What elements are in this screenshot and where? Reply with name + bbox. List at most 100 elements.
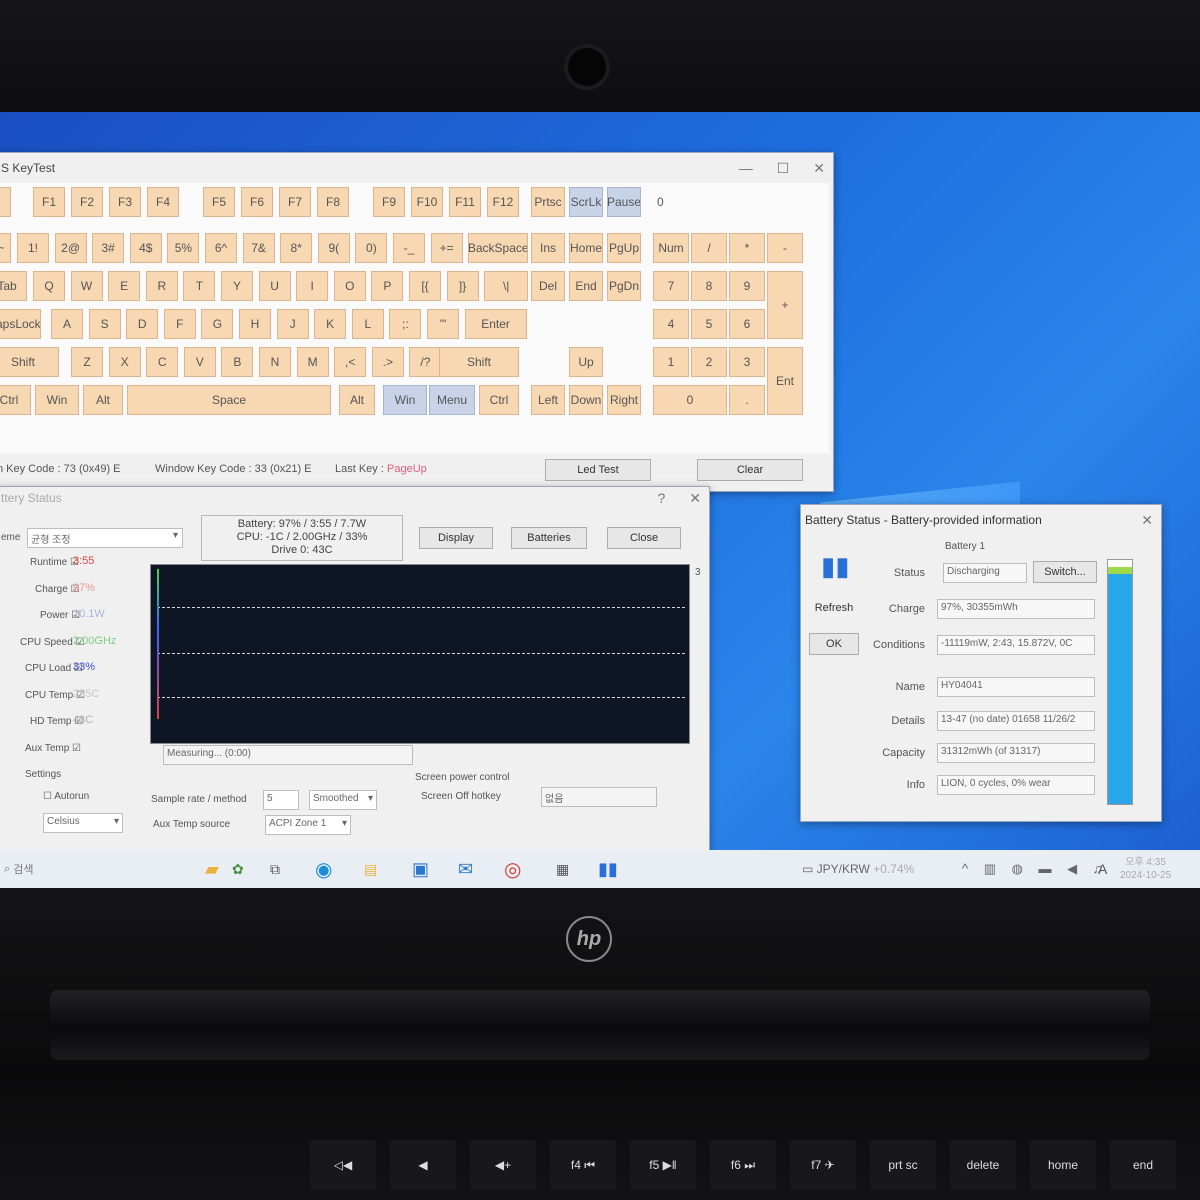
key-bottom-alt-4[interactable]: Alt (339, 385, 375, 415)
key-bottom-menu-6[interactable]: Menu (429, 385, 475, 415)
edge-icon[interactable]: ◉ (315, 850, 332, 888)
ok-button[interactable]: OK (809, 633, 859, 655)
key-f9[interactable]: F9 (373, 187, 405, 217)
clear-button[interactable]: Clear (697, 459, 803, 481)
batteries-button[interactable]: Batteries (511, 527, 587, 549)
key-q-2[interactable]: W (70, 271, 103, 301)
key-numpad-15[interactable]: 0 (653, 385, 727, 415)
notepad-icon[interactable]: ▦ (556, 850, 569, 888)
key-numpad-14[interactable]: Ent (767, 347, 803, 415)
key-f7[interactable]: F7 (279, 187, 311, 217)
key-pause[interactable]: Pause (607, 187, 641, 217)
key-a-2[interactable]: S (88, 309, 121, 339)
led-test-button[interactable]: Led Test (545, 459, 651, 481)
key-num-9[interactable]: 0) (355, 233, 388, 263)
key-numpad-1[interactable]: / (691, 233, 727, 263)
key-z-0[interactable]: Shift (0, 347, 59, 377)
key-up[interactable]: Up (569, 347, 603, 377)
key-num-0[interactable]: 1! (17, 233, 49, 263)
key-num-1[interactable]: 2@ (54, 233, 87, 263)
key-bottom-space-3[interactable]: Space (127, 385, 331, 415)
key-q-8[interactable]: I (296, 271, 329, 301)
mail-icon[interactable]: ✉ (458, 850, 473, 888)
sample-rate-stepper[interactable]: 5 (263, 790, 299, 810)
key-q-11[interactable]: [{ (409, 271, 441, 301)
key-num-7[interactable]: 8* (280, 233, 313, 263)
key-num-10[interactable]: -_ (393, 233, 425, 263)
key-q-13[interactable]: \| (484, 271, 529, 301)
key-z-9[interactable]: .> (371, 347, 404, 377)
minimize-icon[interactable]: — (739, 160, 753, 176)
key-f6[interactable]: F6 (241, 187, 273, 217)
key-numpad-8[interactable]: 4 (653, 309, 689, 339)
key-numpad-3[interactable]: - (767, 233, 803, 263)
key-q-7[interactable]: U (258, 271, 291, 301)
clock[interactable]: 오후 4:35 2024-10-25 (1120, 850, 1171, 888)
key-f4[interactable]: F4 (147, 187, 179, 217)
battery-app-icon[interactable]: ▮▮ (598, 850, 618, 888)
key-a-1[interactable]: A (51, 309, 83, 339)
key-f2[interactable]: F2 (71, 187, 103, 217)
key-scrlk[interactable]: ScrLk (569, 187, 603, 217)
key-a-3[interactable]: D (126, 309, 159, 339)
key-f5[interactable]: F5 (203, 187, 235, 217)
key-bottom-win-5[interactable]: Win (383, 385, 427, 415)
key-a-4[interactable]: F (163, 309, 196, 339)
key-numpad-5[interactable]: 8 (691, 271, 727, 301)
key-end[interactable]: End (569, 271, 603, 301)
key-bottom-ctrl-7[interactable]: Ctrl (479, 385, 519, 415)
metric-label[interactable]: Aux Temp ☑ (25, 743, 81, 754)
key-down[interactable]: Down (569, 385, 603, 415)
key-num-5[interactable]: 6^ (205, 233, 237, 263)
help-icon[interactable]: ? (657, 490, 665, 506)
refresh-button[interactable]: Refresh (809, 597, 859, 619)
autorun-checkbox[interactable]: ☐ Autorun (43, 791, 89, 802)
key-numpad-11[interactable]: 1 (653, 347, 689, 377)
key-num-12[interactable]: BackSpace (468, 233, 529, 263)
key-f12[interactable]: F12 (487, 187, 519, 217)
key-numpad-6[interactable]: 9 (729, 271, 765, 301)
widgets-icon[interactable]: ✿ (232, 850, 244, 888)
key-z-6[interactable]: N (259, 347, 291, 377)
key-left[interactable]: Left (531, 385, 565, 415)
key-q-4[interactable]: R (145, 271, 178, 301)
power-scheme-select[interactable]: 균형 조정 ▾ (27, 528, 183, 548)
store-icon[interactable]: ▣ (412, 850, 429, 888)
key-num-11[interactable]: += (430, 233, 463, 263)
key-prtsc[interactable]: Prtsc (531, 187, 565, 217)
key-a-12[interactable]: Enter (464, 309, 527, 339)
key-a-6[interactable]: H (239, 309, 271, 339)
key-a-10[interactable]: ;: (389, 309, 422, 339)
display-button[interactable]: Display (419, 527, 493, 549)
key-numpad-13[interactable]: 3 (729, 347, 765, 377)
key-z-4[interactable]: V (183, 347, 216, 377)
key-f8[interactable]: F8 (317, 187, 349, 217)
key-z-2[interactable]: X (108, 347, 141, 377)
switch-button[interactable]: Switch... (1033, 561, 1097, 583)
close-icon[interactable]: ✕ (1141, 512, 1153, 529)
key-q-6[interactable]: Y (221, 271, 253, 301)
key-numpad-7[interactable]: + (767, 271, 803, 339)
method-select[interactable]: Smoothed ▾ (309, 790, 377, 810)
key-del[interactable]: Del (531, 271, 565, 301)
task-view-icon[interactable]: ⧉ (270, 850, 280, 888)
ime-indicator[interactable]: A (1098, 850, 1107, 888)
key-pgup[interactable]: PgUp (607, 233, 641, 263)
key-pgdn[interactable]: PgDn (607, 271, 641, 301)
key-numpad-16[interactable]: . (729, 385, 765, 415)
key-z-5[interactable]: B (221, 347, 254, 377)
key-a-8[interactable]: K (314, 309, 347, 339)
tray-icons[interactable]: ^ ▥ ◍ ▬ ◀ ♫ (962, 850, 1109, 888)
key-backtick[interactable]: `~ (0, 233, 11, 263)
key-z-8[interactable]: ,< (334, 347, 367, 377)
key-q-9[interactable]: O (333, 271, 366, 301)
key-q-1[interactable]: Q (33, 271, 65, 301)
key-bottom-ctrl-0[interactable]: Ctrl (0, 385, 31, 415)
key-home[interactable]: Home (569, 233, 603, 263)
key-f3[interactable]: F3 (109, 187, 141, 217)
key-q-0[interactable]: Tab (0, 271, 27, 301)
units-select[interactable]: Celsius ▾ (43, 813, 123, 833)
key-numpad-0[interactable]: Num (653, 233, 689, 263)
hotkey-input[interactable]: 없음 (541, 787, 657, 807)
key-num-6[interactable]: 7& (242, 233, 275, 263)
